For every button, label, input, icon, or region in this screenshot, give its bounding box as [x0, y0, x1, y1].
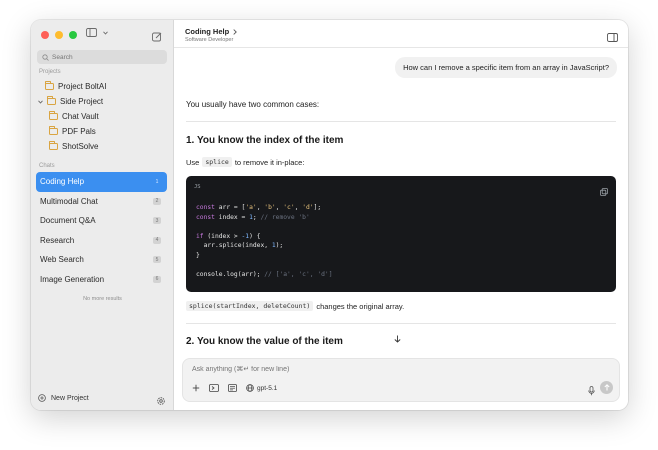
folder-icon: [49, 126, 58, 135]
copy-icon: [600, 188, 608, 196]
settings-button[interactable]: [156, 393, 166, 410]
no-more-results-text: No more results: [83, 296, 122, 302]
chat-label: Document Q&A: [40, 216, 96, 226]
chat-shortcut-badge: 6: [153, 275, 161, 283]
chat-title: Coding Help: [185, 27, 230, 36]
sidebar-toggle-button[interactable]: [86, 28, 108, 37]
minimize-window-button[interactable]: [55, 31, 63, 39]
project-label: PDF Pals: [62, 127, 96, 136]
inline-code-splice: splice: [202, 157, 232, 167]
sidebar-icon: [86, 28, 97, 37]
model-selector[interactable]: gpt-5.1: [246, 384, 277, 392]
chat-shortcut-badge: 1: [155, 178, 159, 185]
new-project-label: New Project: [51, 394, 89, 402]
chevron-down-icon: [103, 30, 108, 35]
gear-icon: [157, 397, 165, 405]
project-label: Project BoltAI: [58, 82, 107, 91]
note-suffix: changes the original array.: [316, 301, 405, 311]
globe-icon: [246, 384, 254, 392]
project-item-pdf-pals[interactable]: PDF Pals: [49, 126, 96, 136]
chat-label: Web Search: [40, 255, 84, 265]
chat-header: Coding Help Software Developer: [174, 20, 628, 48]
chat-shortcut-badge: 2: [153, 197, 161, 205]
chat-item-coding-help[interactable]: Coding Help 1: [36, 172, 167, 192]
folder-icon: [45, 81, 54, 90]
message-input[interactable]: [192, 366, 492, 373]
copy-code-button[interactable]: [600, 183, 608, 201]
chevron-right-icon: [233, 28, 238, 35]
new-chat-button[interactable]: [152, 29, 162, 47]
close-window-button[interactable]: [41, 31, 49, 39]
divider: [186, 323, 616, 324]
chat-label: Image Generation: [40, 274, 105, 284]
instruction-suffix: to remove it in-place:: [234, 157, 305, 167]
code-block: JS const arr = ['a', 'b', 'c', 'd']; con…: [186, 176, 616, 292]
chat-label: Research: [40, 235, 75, 245]
folder-icon: [47, 96, 56, 105]
chat-item-document-qa[interactable]: Document Q&A 3: [36, 211, 167, 231]
project-label: ShotSolve: [62, 142, 99, 151]
model-name: gpt-5.1: [257, 384, 278, 392]
chat-shortcut-badge: 5: [153, 256, 161, 264]
app-window: Projects Project BoltAI Side Project Cha…: [31, 20, 628, 410]
chevron-down-icon: [38, 99, 43, 104]
tools-icon[interactable]: [228, 384, 237, 392]
search-input[interactable]: [52, 53, 162, 61]
chat-shortcut-badge: 4: [153, 236, 161, 244]
code-content: const arr = ['a', 'b', 'c', 'd']; const …: [196, 204, 333, 279]
project-item-chat-vault[interactable]: Chat Vault: [49, 111, 99, 121]
code-language-label: JS: [194, 184, 201, 190]
send-button[interactable]: [600, 381, 613, 394]
search-icon: [42, 53, 49, 61]
chat-title-button[interactable]: Coding Help: [185, 27, 238, 36]
chats-section-label: Chats: [39, 163, 55, 169]
composer-toolbar: gpt-5.1: [192, 384, 277, 392]
section-heading-index: 1. You know the index of the item: [186, 135, 344, 146]
chat-label: Coding Help: [40, 177, 85, 187]
arrow-up-icon: [603, 384, 610, 391]
compose-icon: [152, 32, 162, 42]
chat-item-image-generation[interactable]: Image Generation 6: [36, 270, 167, 290]
main-panel: Coding Help Software Developer How can I…: [174, 20, 628, 410]
search-box[interactable]: [37, 50, 167, 64]
new-project-button[interactable]: New Project: [38, 394, 89, 402]
scroll-to-bottom-button[interactable]: [389, 331, 405, 347]
chat-item-multimodal-chat[interactable]: Multimodal Chat 2: [36, 192, 167, 212]
folder-icon: [49, 111, 58, 120]
project-item-boltai[interactable]: Project BoltAI: [45, 81, 107, 91]
chat-label: Multimodal Chat: [40, 196, 98, 206]
project-item-shotsolve[interactable]: ShotSolve: [49, 141, 99, 151]
zoom-window-button[interactable]: [69, 31, 77, 39]
chat-item-web-search[interactable]: Web Search 5: [36, 250, 167, 270]
plus-circle-icon: [38, 394, 46, 402]
user-message: How can I remove a specific item from an…: [395, 57, 617, 78]
chat-item-research[interactable]: Research 4: [36, 231, 167, 251]
arrow-down-icon: [393, 335, 401, 343]
voice-input-button[interactable]: [588, 383, 595, 401]
prompt-library-icon[interactable]: [209, 384, 219, 392]
inspector-toggle-button[interactable]: [607, 29, 618, 47]
assistant-intro-text: You usually have two common cases:: [186, 100, 320, 109]
window-controls: [41, 31, 77, 39]
sidebar: Projects Project BoltAI Side Project Cha…: [31, 20, 174, 410]
chat-shortcut-badge: 3: [153, 217, 161, 225]
projects-section-label: Projects: [39, 69, 61, 75]
message-composer: gpt-5.1: [182, 358, 620, 402]
section-heading-value: 2. You know the value of the item: [186, 336, 343, 347]
divider: [186, 121, 616, 122]
chat-subtitle: Software Developer: [185, 37, 234, 43]
instruction-prefix: Use: [186, 157, 200, 167]
splice-note: splice(startIndex, deleteCount) changes …: [186, 301, 404, 311]
project-label: Chat Vault: [62, 112, 99, 121]
plus-icon[interactable]: [192, 384, 200, 392]
inline-code-splice-signature: splice(startIndex, deleteCount): [186, 301, 314, 311]
chat-list: Coding Help 1 Multimodal Chat 2 Document…: [36, 172, 167, 289]
project-label: Side Project: [60, 97, 104, 106]
project-item-side-project[interactable]: Side Project: [38, 96, 104, 106]
splice-instruction: Use splice to remove it in-place:: [186, 157, 304, 167]
microphone-icon: [588, 386, 595, 396]
right-panel-icon: [607, 33, 618, 42]
folder-icon: [49, 141, 58, 150]
